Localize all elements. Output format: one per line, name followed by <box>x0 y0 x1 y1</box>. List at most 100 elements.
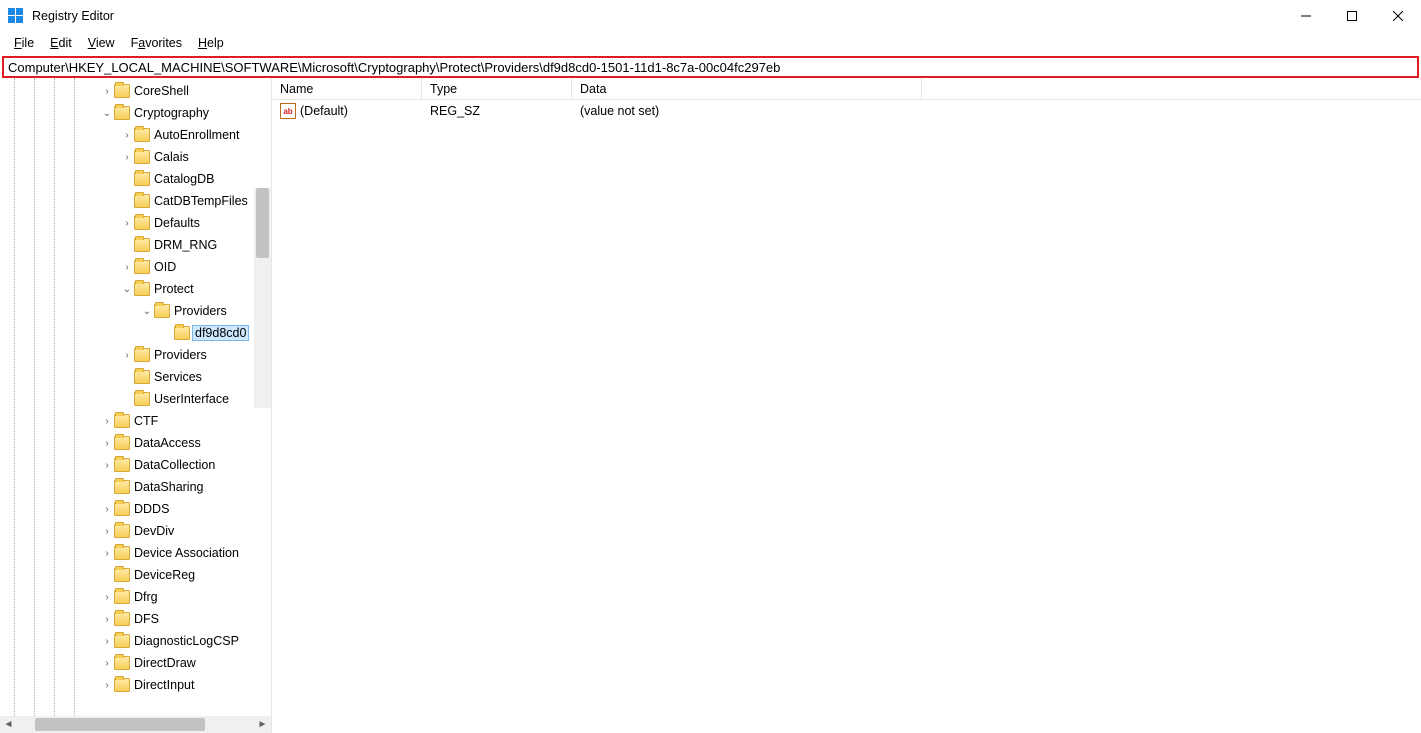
menubar: File Edit View Favorites Help <box>0 32 1421 54</box>
tree-item-label: CatalogDB <box>154 172 214 186</box>
menu-help[interactable]: Help <box>190 34 232 52</box>
chevron-right-icon[interactable]: › <box>120 262 134 273</box>
tree-item[interactable]: ›DataAccess <box>0 432 271 454</box>
scroll-right-icon[interactable]: ► <box>254 716 271 733</box>
chevron-right-icon[interactable]: › <box>100 460 114 471</box>
chevron-down-icon[interactable]: ⌄ <box>100 108 114 119</box>
tree-item-label: Cryptography <box>134 106 209 120</box>
tree-vertical-scrollbar[interactable] <box>254 188 271 408</box>
chevron-right-icon[interactable]: › <box>100 614 114 625</box>
tree-item[interactable]: ›DevDiv <box>0 520 271 542</box>
scroll-left-icon[interactable]: ◄ <box>0 716 17 733</box>
menu-view[interactable]: View <box>80 34 123 52</box>
tree-item[interactable]: DRM_RNG <box>0 234 271 256</box>
value-name: (Default) <box>300 104 348 118</box>
tree-item[interactable]: ›DiagnosticLogCSP <box>0 630 271 652</box>
tree-item-label: CTF <box>134 414 158 428</box>
maximize-button[interactable] <box>1329 0 1375 32</box>
folder-icon <box>114 546 130 560</box>
chevron-right-icon[interactable]: › <box>100 680 114 691</box>
column-headers: Name Type Data <box>272 78 1421 100</box>
tree-item[interactable]: ›Defaults <box>0 212 271 234</box>
tree-item[interactable]: › CTF <box>0 410 271 432</box>
regedit-icon <box>8 8 24 24</box>
tree-item[interactable]: CatalogDB <box>0 168 271 190</box>
tree-item[interactable]: › Dfrg <box>0 586 271 608</box>
column-name[interactable]: Name <box>272 78 422 99</box>
column-data[interactable]: Data <box>572 78 922 99</box>
tree-item-label: DDDS <box>134 502 169 516</box>
tree-item-label: Dfrg <box>134 590 158 604</box>
tree-item-label: Device Association <box>134 546 239 560</box>
folder-icon <box>134 216 150 230</box>
tree-item[interactable]: ⌄Providers <box>0 300 271 322</box>
tree-item[interactable]: DataSharing <box>0 476 271 498</box>
chevron-right-icon[interactable]: › <box>100 438 114 449</box>
tree-item[interactable]: DeviceReg <box>0 564 271 586</box>
tree-item[interactable]: ›DataCollection <box>0 454 271 476</box>
tree-item[interactable]: › DDDS <box>0 498 271 520</box>
tree-item[interactable]: ⌄ Cryptography <box>0 102 271 124</box>
tree-item[interactable]: ⌄Protect <box>0 278 271 300</box>
titlebar: Registry Editor <box>0 0 1421 32</box>
tree-item-label: DirectInput <box>134 678 194 692</box>
chevron-right-icon[interactable]: › <box>100 86 114 97</box>
chevron-right-icon[interactable]: › <box>100 416 114 427</box>
value-type: REG_SZ <box>422 104 572 118</box>
minimize-button[interactable] <box>1283 0 1329 32</box>
folder-icon <box>134 370 150 384</box>
tree-item-label: OID <box>154 260 176 274</box>
tree-item[interactable]: › Device Association <box>0 542 271 564</box>
chevron-down-icon[interactable]: ⌄ <box>140 306 154 317</box>
tree-item[interactable]: › Calais <box>0 146 271 168</box>
tree-item[interactable]: › AutoEnrollment <box>0 124 271 146</box>
folder-icon <box>134 260 150 274</box>
chevron-right-icon[interactable]: › <box>120 130 134 141</box>
tree-item[interactable]: › OID <box>0 256 271 278</box>
chevron-right-icon[interactable]: › <box>120 152 134 163</box>
tree-item[interactable]: ›CoreShell <box>0 80 271 102</box>
chevron-down-icon[interactable]: ⌄ <box>120 284 134 295</box>
values-list[interactable]: ab(Default)REG_SZ(value not set) <box>272 100 1421 733</box>
tree-item-label: Calais <box>154 150 189 164</box>
chevron-right-icon[interactable]: › <box>120 218 134 229</box>
tree[interactable]: ›CoreShell⌄Cryptography›AutoEnrollment›C… <box>0 78 271 696</box>
chevron-right-icon[interactable]: › <box>100 526 114 537</box>
tree-item-label: AutoEnrollment <box>154 128 239 142</box>
folder-icon <box>114 678 130 692</box>
menu-file[interactable]: File <box>6 34 42 52</box>
tree-item[interactable]: Services <box>0 366 271 388</box>
folder-icon <box>114 612 130 626</box>
address-bar[interactable]: Computer\HKEY_LOCAL_MACHINE\SOFTWARE\Mic… <box>2 56 1419 78</box>
chevron-right-icon[interactable]: › <box>100 658 114 669</box>
tree-item[interactable]: › DirectInput <box>0 674 271 696</box>
tree-item[interactable]: CatDBTempFiles <box>0 190 271 212</box>
tree-item-label: df9d8cd0 <box>192 325 249 341</box>
tree-item[interactable]: df9d8cd0 <box>0 322 271 344</box>
tree-item[interactable]: ›Providers <box>0 344 271 366</box>
folder-icon <box>114 656 130 670</box>
chevron-right-icon[interactable]: › <box>100 592 114 603</box>
tree-item-label: DirectDraw <box>134 656 196 670</box>
menu-edit[interactable]: Edit <box>42 34 80 52</box>
chevron-right-icon[interactable]: › <box>100 548 114 559</box>
folder-icon <box>174 326 190 340</box>
value-row[interactable]: ab(Default)REG_SZ(value not set) <box>272 100 1421 122</box>
close-button[interactable] <box>1375 0 1421 32</box>
chevron-right-icon[interactable]: › <box>100 636 114 647</box>
tree-pane: ›CoreShell⌄Cryptography›AutoEnrollment›C… <box>0 78 272 733</box>
tree-item[interactable]: › DirectDraw <box>0 652 271 674</box>
value-data: (value not set) <box>572 104 922 118</box>
menu-favorites[interactable]: Favorites <box>123 34 190 52</box>
folder-icon <box>114 634 130 648</box>
folder-icon <box>114 436 130 450</box>
tree-item[interactable]: UserInterface <box>0 388 271 410</box>
tree-item-label: Services <box>154 370 202 384</box>
column-type[interactable]: Type <box>422 78 572 99</box>
chevron-right-icon[interactable]: › <box>100 504 114 515</box>
folder-icon <box>114 458 130 472</box>
tree-item[interactable]: ›DFS <box>0 608 271 630</box>
chevron-right-icon[interactable]: › <box>120 350 134 361</box>
tree-horizontal-scrollbar[interactable]: ◄ ► <box>0 716 271 733</box>
folder-icon <box>114 414 130 428</box>
